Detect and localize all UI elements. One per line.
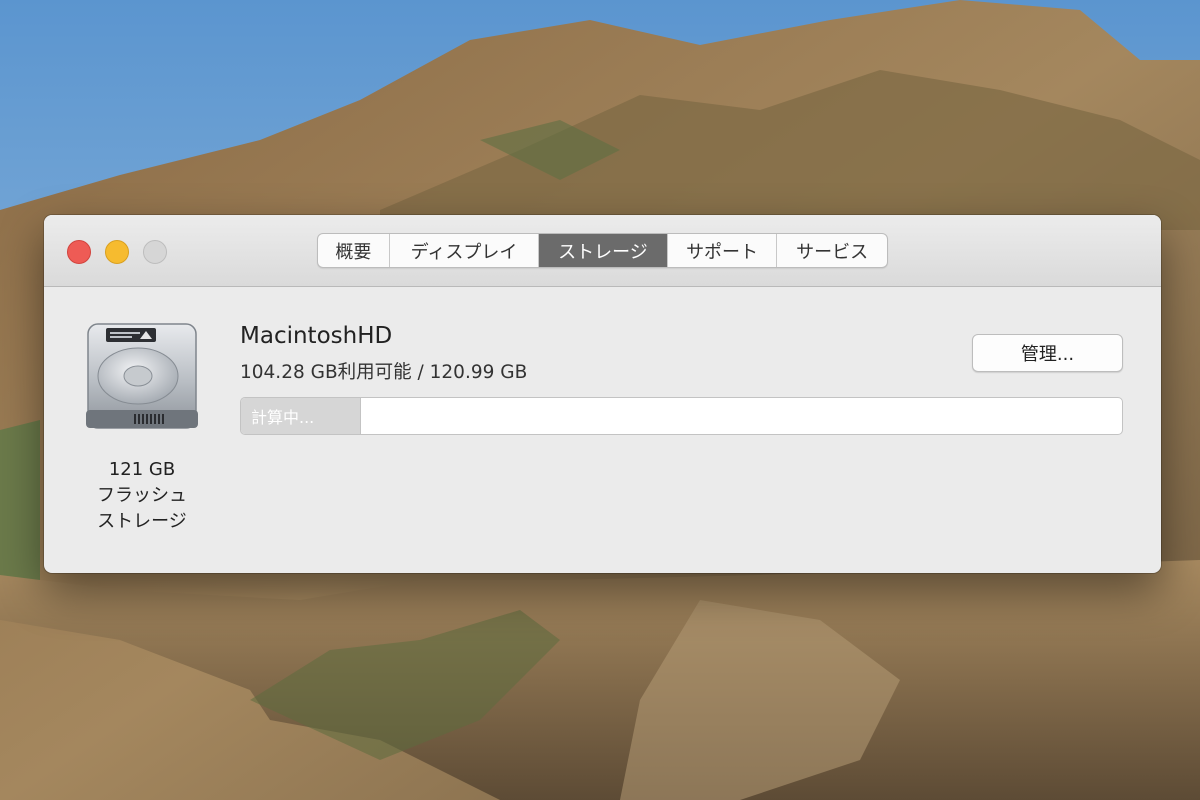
tab-bar: 概要 ディスプレイ ストレージ サポート サービス [317, 233, 888, 268]
storage-status-label: 計算中... [251, 408, 315, 427]
drive-caption: 121 GB フラッシュ ストレージ [74, 457, 210, 535]
drive-type-line2: ストレージ [97, 511, 187, 532]
close-button[interactable] [67, 240, 91, 264]
storage-usage-bar: 計算中... [240, 397, 1123, 435]
tab-service[interactable]: サービス [777, 234, 887, 267]
storage-calculating-segment: 計算中... [241, 398, 361, 434]
drive-type-line1: フラッシュ [97, 485, 187, 506]
tab-displays[interactable]: ディスプレイ [390, 234, 540, 267]
volume-name: MacintoshHD [240, 323, 393, 349]
tab-storage[interactable]: ストレージ [539, 234, 668, 267]
tab-support[interactable]: サポート [668, 234, 778, 267]
about-this-mac-window: 概要 ディスプレイ ストレージ サポート サービス 121 GB フラッシュ ス… [44, 215, 1161, 573]
volume-availability: 104.28 GB利用可能 / 120.99 GB [240, 362, 528, 383]
hard-drive-icon [86, 322, 198, 436]
title-bar: 概要 ディスプレイ ストレージ サポート サービス [44, 215, 1161, 287]
tab-overview[interactable]: 概要 [318, 234, 390, 267]
manage-button[interactable]: 管理... [972, 334, 1123, 372]
minimize-button[interactable] [105, 240, 129, 264]
zoom-button[interactable] [143, 240, 167, 264]
drive-capacity: 121 GB [108, 459, 176, 480]
